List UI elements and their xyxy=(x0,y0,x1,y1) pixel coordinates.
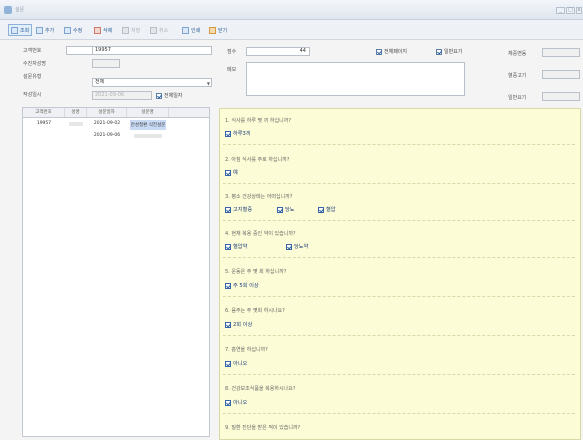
customer-no-input[interactable]: 19957 xyxy=(92,46,212,55)
customer-no-label: 고객번호 xyxy=(23,48,42,54)
question-8: 8. 건강보조식품을 복용하시나요? xyxy=(225,386,296,392)
score-input[interactable]: 44 xyxy=(246,47,310,56)
answer-4-1[interactable]: 혈압약 xyxy=(225,243,247,250)
window-title: 설문 xyxy=(15,7,25,13)
search-icon xyxy=(11,26,18,34)
delete-icon xyxy=(94,26,101,34)
print-all-checkbox[interactable]: 전체페이지 xyxy=(376,48,407,55)
question-5: 5. 운동은 주 몇 회 하십니까? xyxy=(225,269,287,275)
checkbox-icon xyxy=(286,243,292,250)
cell-customer-no xyxy=(23,130,65,142)
cell-customer-no: 19957 xyxy=(36,121,52,126)
checkbox-icon xyxy=(156,92,162,99)
checkbox-icon xyxy=(376,48,382,55)
question-4: 4. 현재 복용 중인 약이 있습니까? xyxy=(225,231,296,237)
question-7: 7. 흡연을 하십니까? xyxy=(225,347,268,353)
cell-survey: 만성질환 식전설문 xyxy=(127,118,169,130)
date-label: 작성일시 xyxy=(23,92,42,98)
maximize-button[interactable]: □ xyxy=(566,7,575,14)
answer-5-1[interactable]: 주 5회 이상 xyxy=(225,282,259,289)
edit-button[interactable]: 수정 xyxy=(62,24,84,36)
chevron-down-icon: ▼ xyxy=(206,81,210,86)
checkbox-icon xyxy=(318,206,324,213)
general-checkbox[interactable]: 일반요기 xyxy=(436,48,462,55)
memo-textarea[interactable] xyxy=(246,62,465,96)
date-input[interactable]: 2021-09-06 xyxy=(92,91,152,100)
cell-date: 2021-09-02 xyxy=(93,121,121,126)
print-button[interactable]: 인쇄 xyxy=(180,24,202,36)
exit-icon xyxy=(209,26,216,34)
right-label-1: 체중변동 xyxy=(508,51,527,57)
all-period-checkbox[interactable]: 전체일자 xyxy=(156,92,182,99)
right-label-2: 혈중고기 xyxy=(508,73,527,79)
checkbox-icon xyxy=(225,321,231,328)
checkbox-icon xyxy=(225,282,231,289)
right-label-3: 일반요기 xyxy=(508,95,527,101)
add-button[interactable]: 추가 xyxy=(34,24,56,36)
result-grid[interactable]: 고객번호 성명 설문일자 설문명 19957 2021-09-02 만성질환 식… xyxy=(22,107,210,437)
name-field xyxy=(92,59,120,68)
question-2: 2. 아침 식사를 주로 하십니까? xyxy=(225,157,290,163)
answer-2-1[interactable]: 예 xyxy=(225,169,238,176)
memo-label: 메모 xyxy=(227,67,237,73)
table-row[interactable]: 2021-09-06 xyxy=(23,130,209,142)
save-button[interactable]: 저장 xyxy=(120,24,142,36)
answer-6-1[interactable]: 2회 이상 xyxy=(225,321,252,328)
answer-1-1[interactable]: 하루3끼 xyxy=(225,130,251,137)
answer-3-1[interactable]: 고지혈증 xyxy=(225,206,252,213)
col-customer-no[interactable]: 고객번호 xyxy=(23,108,65,117)
checkbox-icon xyxy=(225,130,231,137)
cell-survey xyxy=(127,130,169,142)
exit-button[interactable]: 닫기 xyxy=(207,24,229,36)
table-row[interactable]: 19957 2021-09-02 만성질환 식전설문 xyxy=(23,118,209,130)
checkbox-icon xyxy=(277,206,283,213)
cell-name xyxy=(65,130,87,142)
print-icon xyxy=(182,26,189,34)
checkbox-icon xyxy=(225,399,231,406)
minimize-button[interactable]: _ xyxy=(556,7,565,14)
score-label: 점수 xyxy=(227,49,237,55)
right-field-3 xyxy=(542,92,580,101)
toolbar: 조회 추가 수정 삭제 저장 취소 인쇄 닫기 xyxy=(0,20,583,40)
checkbox-icon xyxy=(225,206,231,213)
close-button[interactable]: x xyxy=(576,7,582,14)
title-bar: 설문 _ □ x xyxy=(0,0,583,20)
col-name[interactable]: 성명 xyxy=(65,108,87,117)
save-icon xyxy=(122,26,129,34)
question-6: 6. 음주는 주 몇회 하시나요? xyxy=(225,308,285,314)
name-label: 수진자성명 xyxy=(23,61,47,67)
question-3: 3. 평소 건강상태는 어떠십니까? xyxy=(225,194,293,200)
cell-name xyxy=(65,118,87,130)
question-panel: 1. 식사를 하루 몇 끼 하십니까? 하루3끼 2. 아침 식사를 주로 하십… xyxy=(219,108,581,440)
delete-button[interactable]: 삭제 xyxy=(92,24,114,36)
grid-header: 고객번호 성명 설문일자 설문명 xyxy=(23,108,209,118)
checkbox-icon xyxy=(225,360,231,367)
answer-8-1[interactable]: 아니오 xyxy=(225,399,247,406)
answer-3-3[interactable]: 혈압 xyxy=(318,206,336,213)
checkbox-icon xyxy=(225,169,231,176)
answer-7-1[interactable]: 아니오 xyxy=(225,360,247,367)
survey-type-select[interactable]: 전체 ▼ xyxy=(92,78,212,87)
checkbox-icon xyxy=(436,48,442,55)
survey-type-label: 설문유형 xyxy=(23,74,42,80)
col-survey[interactable]: 설문명 xyxy=(127,108,169,117)
right-field-2 xyxy=(542,70,580,79)
app-icon xyxy=(4,6,12,14)
col-date[interactable]: 설문일자 xyxy=(87,108,127,117)
cell-date: 2021-09-06 xyxy=(93,133,121,138)
add-icon xyxy=(36,26,43,34)
search-button[interactable]: 조회 xyxy=(8,24,33,36)
checkbox-icon xyxy=(225,243,231,250)
cancel-icon xyxy=(150,26,157,34)
right-field-1 xyxy=(542,48,580,57)
edit-icon xyxy=(64,26,71,34)
cancel-button[interactable]: 취소 xyxy=(148,24,170,36)
question-9: 9. 질환 진단을 받은 적이 있습니까? xyxy=(225,425,301,431)
answer-3-2[interactable]: 당뇨 xyxy=(277,206,295,213)
question-1: 1. 식사를 하루 몇 끼 하십니까? xyxy=(225,118,291,124)
answer-4-2[interactable]: 당뇨약 xyxy=(286,243,308,250)
